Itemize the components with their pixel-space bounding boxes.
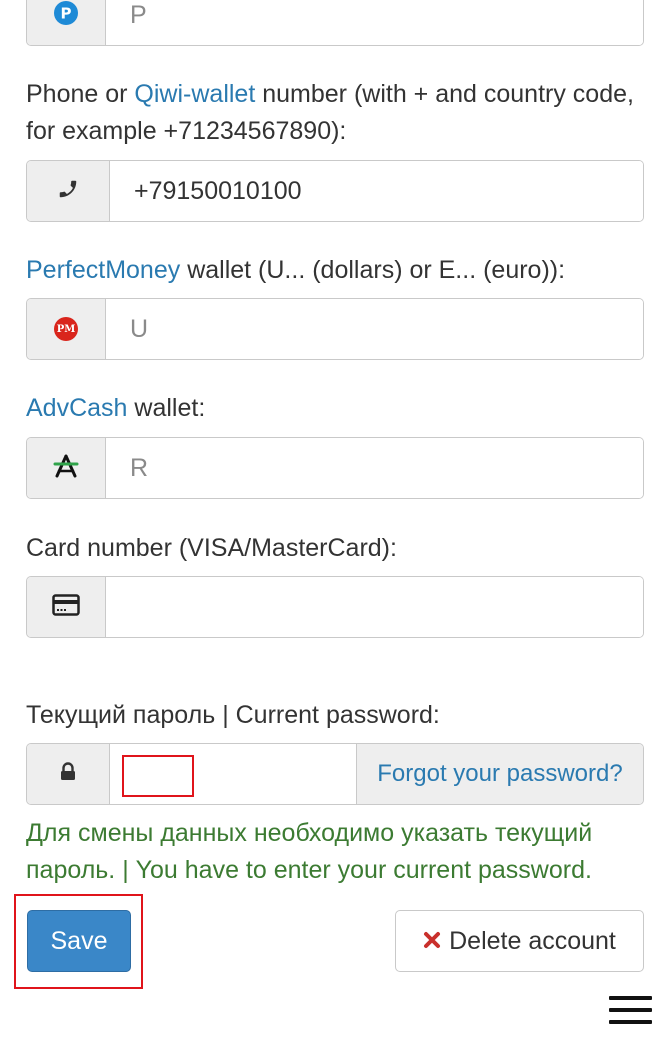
advcash-group: R <box>26 437 644 499</box>
lock-icon <box>59 761 77 787</box>
perfectmoney-wallet-input[interactable]: U <box>106 299 643 359</box>
advcash-label: AdvCash wallet: <box>26 394 206 422</box>
password-addon <box>27 744 110 804</box>
password-required-notice: Для смены данных необходимо указать теку… <box>26 819 593 884</box>
current-password-input[interactable] <box>110 744 357 804</box>
advcash-addon <box>27 438 106 498</box>
phone-icon <box>57 178 79 205</box>
phone-input[interactable]: +79150010100 <box>110 161 643 221</box>
forgot-password-link[interactable]: Forgot your password? <box>357 744 643 804</box>
save-button-label: Save <box>50 926 108 955</box>
hamburger-menu-icon[interactable] <box>609 996 652 1026</box>
current-password-group: Forgot your password? <box>26 743 644 805</box>
perfectmoney-label: PerfectMoney wallet (U... (dollars) or E… <box>26 256 566 284</box>
perfectmoney-group: PM U <box>26 298 644 360</box>
payeer-icon: P <box>53 0 79 31</box>
phone-label: Phone or Qiwi-wallet number (with + and … <box>26 80 634 145</box>
card-number-input[interactable] <box>106 577 643 637</box>
phone-group: +79150010100 <box>26 160 644 222</box>
card-number-group <box>26 576 644 638</box>
qiwi-wallet-link[interactable]: Qiwi-wallet <box>134 80 255 108</box>
payeer-addon: P <box>27 0 106 45</box>
current-password-label: Текущий пароль | Current password: <box>26 701 440 729</box>
perfectmoney-link[interactable]: PerfectMoney <box>26 256 180 284</box>
credit-card-icon <box>52 593 80 621</box>
card-addon <box>27 577 106 637</box>
payeer-wallet-input[interactable]: P <box>106 0 643 45</box>
card-number-label: Card number (VISA/MasterCard): <box>26 534 397 562</box>
payeer-wallet-group: P P <box>26 0 644 46</box>
phone-addon <box>27 161 110 221</box>
delete-account-button[interactable]: Delete account <box>395 910 644 972</box>
perfectmoney-icon: PM <box>54 317 78 341</box>
advcash-icon <box>52 453 80 484</box>
advcash-link[interactable]: AdvCash <box>26 394 127 422</box>
delete-account-label: Delete account <box>449 926 616 955</box>
x-icon <box>423 927 441 956</box>
save-button[interactable]: Save <box>27 910 131 972</box>
advcash-wallet-input[interactable]: R <box>106 438 643 498</box>
svg-text:P: P <box>61 4 72 22</box>
perfectmoney-addon: PM <box>27 299 106 359</box>
